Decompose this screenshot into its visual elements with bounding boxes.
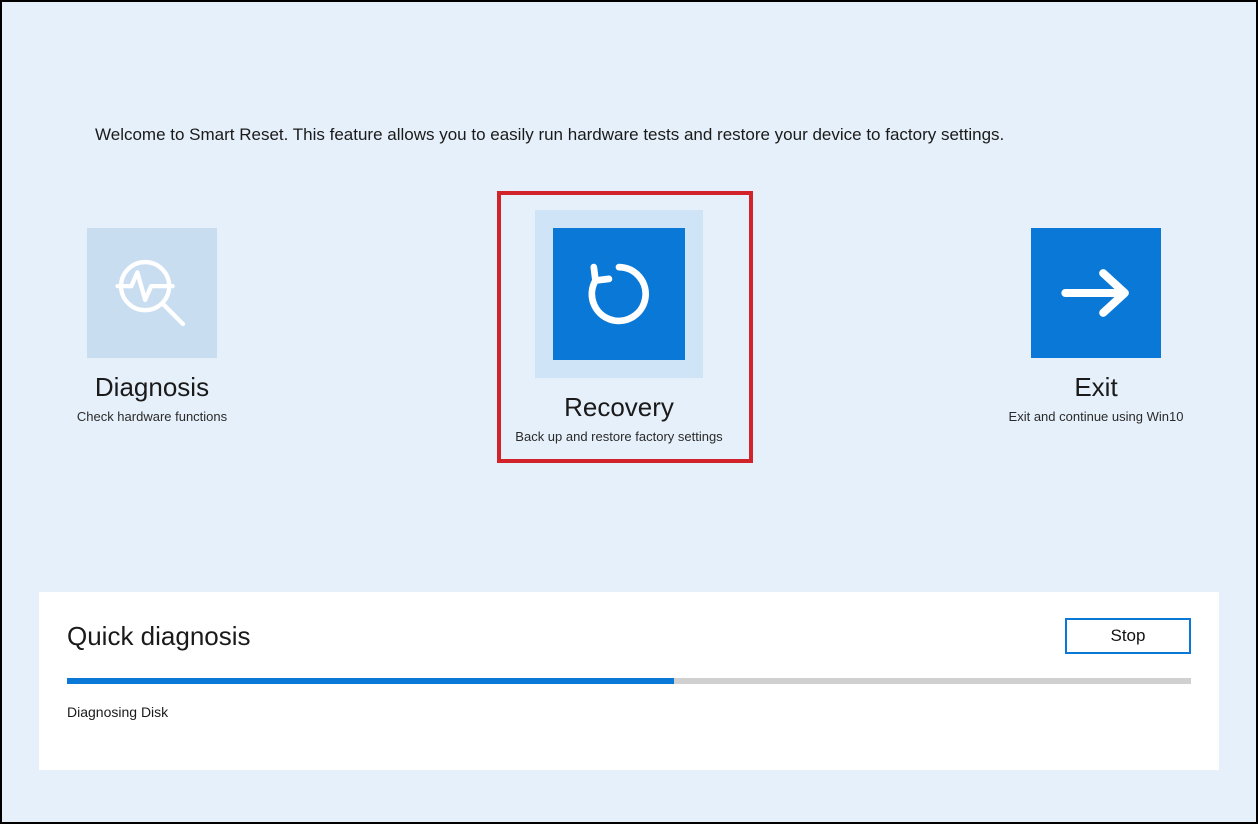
app-frame: Welcome to Smart Reset. This feature all…: [0, 0, 1258, 824]
restore-circle-arrow-icon: [577, 252, 661, 336]
progress-bar: [67, 678, 1191, 684]
exit-subtitle: Exit and continue using Win10: [986, 409, 1206, 424]
recovery-title: Recovery: [489, 392, 749, 423]
exit-title: Exit: [986, 372, 1206, 403]
panel-heading: Quick diagnosis: [67, 621, 251, 652]
status-text: Diagnosing Disk: [67, 704, 1191, 720]
recovery-icon-box: [553, 228, 685, 360]
recovery-subtitle: Back up and restore factory settings: [489, 429, 749, 444]
tile-recovery[interactable]: Recovery Back up and restore factory set…: [489, 192, 749, 444]
recovery-icon-outer: [535, 210, 703, 378]
diagnosis-subtitle: Check hardware functions: [52, 409, 252, 424]
welcome-text: Welcome to Smart Reset. This feature all…: [95, 125, 1004, 145]
diagnosis-icon-box: [87, 228, 217, 358]
panel-header: Quick diagnosis Stop: [67, 618, 1191, 654]
stop-button[interactable]: Stop: [1065, 618, 1191, 654]
magnifier-pulse-icon: [109, 250, 195, 336]
diagnosis-title: Diagnosis: [52, 372, 252, 403]
exit-icon-box: [1031, 228, 1161, 358]
tile-row: Diagnosis Check hardware functions Recov…: [52, 192, 1206, 444]
progress-fill: [67, 678, 674, 684]
arrow-right-icon: [1051, 248, 1141, 338]
tile-exit[interactable]: Exit Exit and continue using Win10: [986, 192, 1206, 424]
quick-diagnosis-panel: Quick diagnosis Stop Diagnosing Disk: [39, 592, 1219, 770]
tile-diagnosis[interactable]: Diagnosis Check hardware functions: [52, 192, 252, 424]
